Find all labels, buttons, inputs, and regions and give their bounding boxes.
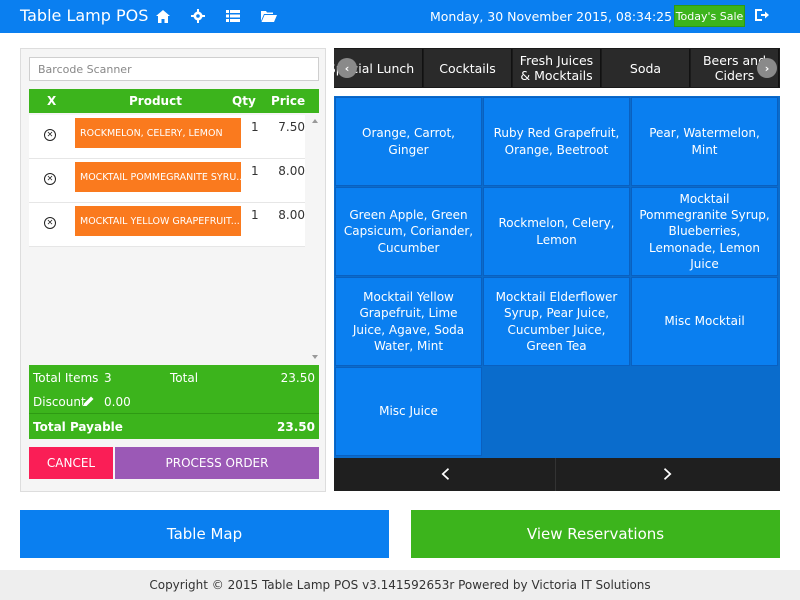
remove-item-icon[interactable]: ✕ — [44, 129, 56, 141]
total-label: Total — [170, 371, 199, 385]
order-item-product-button[interactable]: MOCKTAIL YELLOW GRAPEFRUIT... — [75, 206, 241, 236]
footer: Copyright © 2015 Table Lamp POS v3.14159… — [0, 570, 800, 600]
column-price: Price — [271, 94, 306, 108]
chevron-right-icon[interactable]: › — [757, 58, 777, 78]
discount-value: 0.00 — [104, 395, 131, 409]
table-map-button[interactable]: Table Map — [20, 510, 389, 558]
order-row: ✕ MOCKTAIL YELLOW GRAPEFRUIT... 1 8.00 — [29, 203, 305, 247]
order-item-qty[interactable]: 1 — [251, 208, 259, 222]
product-tile[interactable]: Pear, Watermelon, Mint — [631, 97, 778, 186]
order-item-qty[interactable]: 1 — [251, 164, 259, 178]
tab-soda[interactable]: Soda — [602, 49, 690, 87]
order-list-scrollbar[interactable] — [311, 115, 319, 363]
order-items-list[interactable]: ✕ ROCKMELON, CELERY, LEMON 1 7.50 ✕ MOCK… — [29, 115, 319, 363]
order-row: ✕ ROCKMELON, CELERY, LEMON 1 7.50 — [29, 115, 305, 159]
chevron-right-icon — [664, 465, 672, 484]
order-item-price: 8.00 — [278, 208, 305, 222]
discount-label: Discount — [33, 395, 86, 409]
current-datetime: Monday, 30 November 2015, 08:34:25 PM — [430, 9, 695, 24]
pencil-icon[interactable] — [84, 395, 94, 409]
product-tile[interactable]: Mocktail Pommegranite Syrup, Blueberries… — [631, 187, 778, 276]
scroll-up-arrow-icon[interactable] — [312, 119, 318, 123]
total-payable-value: 23.50 — [277, 420, 315, 434]
order-panel: X Product Qty Price ✕ ROCKMELON, CELERY,… — [20, 48, 326, 492]
scroll-down-arrow-icon[interactable] — [312, 355, 318, 359]
order-item-product-button[interactable]: MOCKTAIL POMMEGRANITE SYRU... — [75, 162, 241, 192]
product-tile[interactable]: Rockmelon, Celery, Lemon — [483, 187, 630, 276]
process-order-button[interactable]: PROCESS ORDER — [115, 447, 319, 479]
app-brand[interactable]: Table Lamp POS — [20, 6, 148, 25]
order-table-header: X Product Qty Price — [29, 89, 319, 113]
product-tile[interactable]: Ruby Red Grapefruit, Orange, Beetroot — [483, 97, 630, 186]
product-grid: Orange, Carrot, Ginger Ruby Red Grapefru… — [334, 96, 780, 458]
gear-icon[interactable] — [190, 8, 206, 24]
order-item-price: 7.50 — [278, 120, 305, 134]
product-pagination — [334, 458, 780, 491]
tab-fresh-juices-mocktails[interactable]: Fresh Juices & Mocktails — [513, 49, 601, 87]
cancel-button[interactable]: CANCEL — [29, 447, 113, 479]
chevron-left-icon — [441, 465, 449, 484]
category-tab-bar: Special Lunch Cocktails Fresh Juices & M… — [334, 48, 780, 88]
order-item-product-button[interactable]: ROCKMELON, CELERY, LEMON — [75, 118, 241, 148]
order-item-price: 8.00 — [278, 164, 305, 178]
column-product: Product — [129, 94, 182, 108]
remove-item-icon[interactable]: ✕ — [44, 173, 56, 185]
list-icon[interactable] — [225, 8, 241, 24]
totals-divider — [29, 413, 319, 414]
product-tile[interactable]: Mocktail Yellow Grapefruit, Lime Juice, … — [335, 277, 482, 366]
total-payable-label: Total Payable — [33, 420, 123, 434]
column-remove: X — [47, 94, 57, 108]
order-item-qty[interactable]: 1 — [251, 120, 259, 134]
product-tile[interactable]: Misc Juice — [335, 367, 482, 456]
product-tile[interactable]: Green Apple, Green Capsicum, Coriander, … — [335, 187, 482, 276]
copyright-text: Copyright © 2015 Table Lamp POS v3.14159… — [149, 578, 651, 592]
product-tile[interactable]: Mocktail Elderflower Syrup, Pear Juice, … — [483, 277, 630, 366]
product-tile[interactable]: Misc Mocktail — [631, 277, 778, 366]
view-reservations-button[interactable]: View Reservations — [411, 510, 780, 558]
order-totals: Total Items 3 Total 23.50 Discount 0.00 … — [29, 365, 319, 439]
tab-cocktails[interactable]: Cocktails — [424, 49, 512, 87]
total-value: 23.50 — [280, 371, 315, 385]
sign-out-icon[interactable] — [755, 8, 771, 24]
next-page-button[interactable] — [557, 458, 779, 491]
todays-sale-button[interactable]: Today's Sale — [674, 5, 745, 27]
chevron-left-icon[interactable]: ‹ — [337, 58, 357, 78]
home-icon[interactable] — [155, 8, 171, 24]
top-navbar: Table Lamp POS Monday, 30 November 2015,… — [0, 0, 800, 33]
remove-item-icon[interactable]: ✕ — [44, 217, 56, 229]
product-tile[interactable]: Orange, Carrot, Ginger — [335, 97, 482, 186]
barcode-scanner-input[interactable] — [29, 57, 319, 81]
order-row: ✕ MOCKTAIL POMMEGRANITE SYRU... 1 8.00 — [29, 159, 305, 203]
total-items-label: Total Items — [33, 371, 99, 385]
total-items-value: 3 — [104, 371, 112, 385]
column-qty: Qty — [232, 94, 256, 108]
folder-open-icon[interactable] — [261, 8, 277, 24]
previous-page-button[interactable] — [334, 458, 556, 491]
